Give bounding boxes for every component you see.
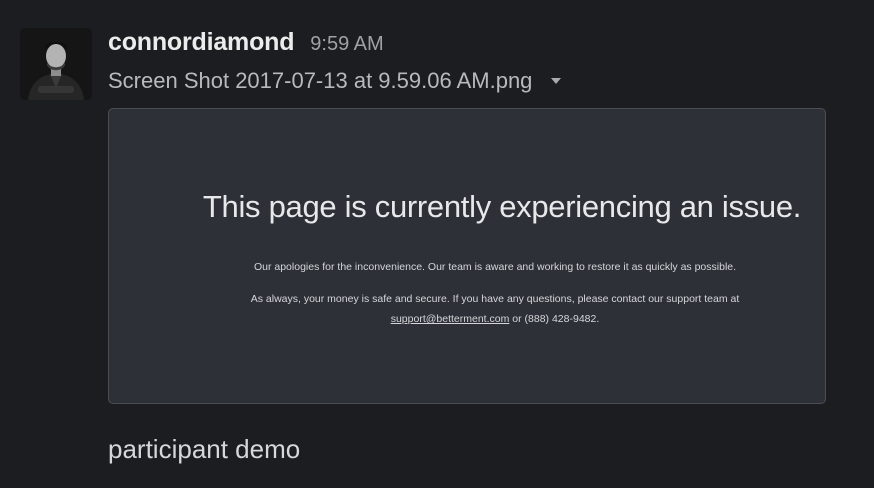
support-email-link: support@betterment.com xyxy=(390,313,510,325)
preview-title: This page is currently experiencing an i… xyxy=(202,189,802,224)
file-row: Screen Shot 2017-07-13 at 9.59.06 AM.png xyxy=(108,66,566,96)
avatar[interactable] xyxy=(20,28,92,100)
timestamp[interactable]: 9:59 AM xyxy=(310,33,383,56)
message-header: connordiamond 9:59 AM xyxy=(108,28,384,60)
support-phone-text: or (888) 428-9482. xyxy=(509,313,600,325)
preview-safety-text: As always, your money is safe and secure… xyxy=(250,293,740,305)
preview-contact-line: support@betterment.com or (888) 428-9482… xyxy=(109,313,825,325)
username[interactable]: connordiamond xyxy=(108,28,294,57)
message: connordiamond 9:59 AM Screen Shot 2017-0… xyxy=(0,0,874,488)
file-preview-image[interactable]: This page is currently experiencing an i… xyxy=(108,108,826,404)
caret-down-icon[interactable] xyxy=(546,71,566,91)
preview-apology-text: Our apologies for the inconvenience. Our… xyxy=(253,261,737,273)
message-text: participant demo xyxy=(108,434,301,464)
avatar-image xyxy=(20,28,92,100)
file-name-link[interactable]: Screen Shot 2017-07-13 at 9.59.06 AM.png xyxy=(108,68,532,94)
